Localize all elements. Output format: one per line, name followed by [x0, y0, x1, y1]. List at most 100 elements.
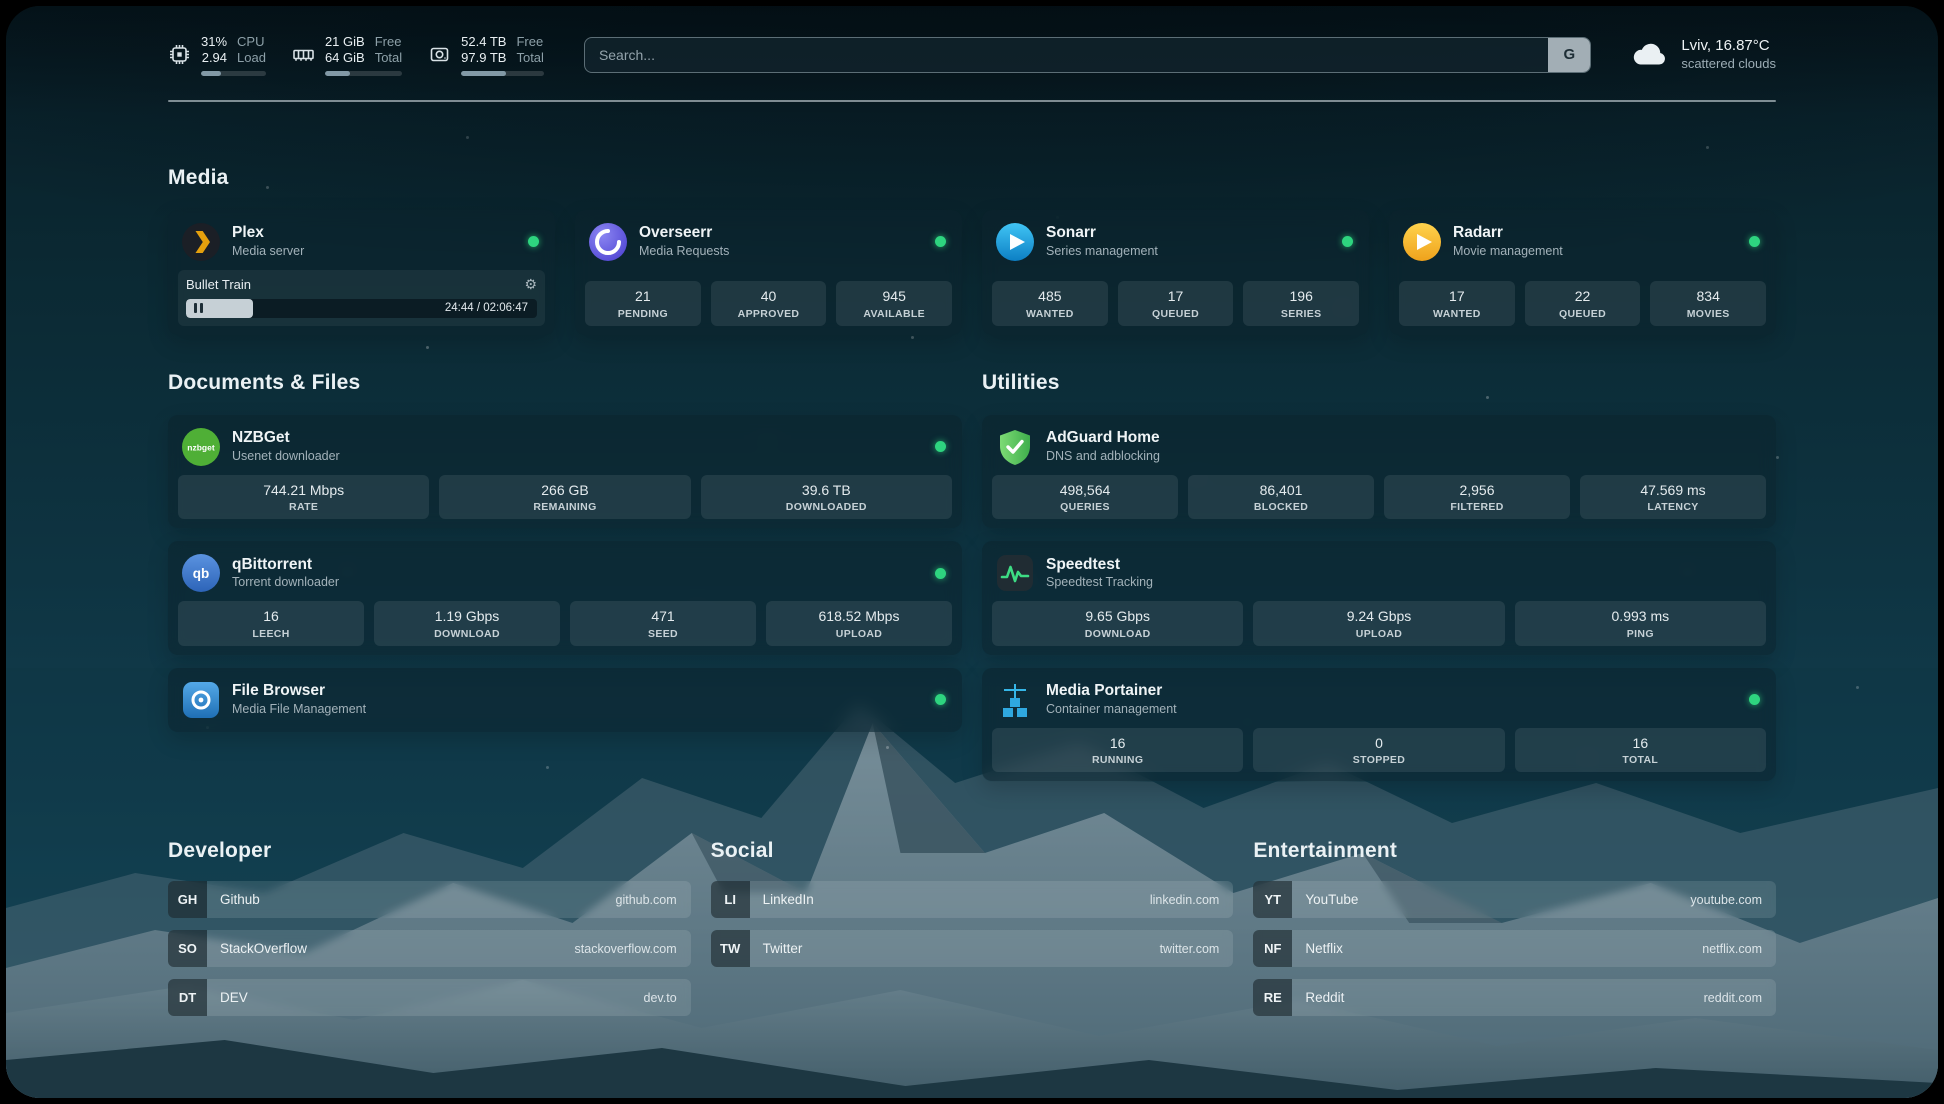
qbittorrent-icon: qb — [182, 554, 220, 592]
playback-time: 24:44 / 02:06:47 — [445, 302, 528, 314]
stat-value: 471 — [574, 608, 752, 626]
service-subtitle: Movie management — [1453, 244, 1563, 260]
service-card-sonarr[interactable]: Sonarr Series management 485 WANTED 17 Q… — [982, 210, 1369, 335]
stat-value: 39.6 TB — [705, 482, 948, 500]
bookmark-url: github.com — [616, 893, 677, 907]
weather-widget: Lviv, 16.87°C scattered clouds — [1631, 37, 1776, 72]
overseerr-icon — [589, 223, 627, 261]
service-card-adguard[interactable]: AdGuard Home DNS and adblocking 498,564 … — [982, 415, 1776, 529]
card-header: Speedtest Speedtest Tracking — [992, 550, 1766, 601]
service-card-portainer[interactable]: Media Portainer Container management 16 … — [982, 668, 1776, 782]
stat-box: 196 SERIES — [1243, 281, 1359, 326]
adguard-shield-icon — [996, 428, 1034, 466]
search-input[interactable] — [584, 37, 1591, 73]
disk-monitor-body: 52.4 TB 97.9 TB Free Total — [461, 34, 544, 76]
stat-label: MOVIES — [1654, 308, 1762, 320]
bookmark-linkedin[interactable]: LI LinkedIn linkedin.com — [711, 881, 1234, 918]
bookmark-name: Github — [220, 892, 260, 907]
service-meta: Sonarr Series management — [1046, 224, 1158, 259]
bookmark-dev[interactable]: DT DEV dev.to — [168, 979, 691, 1016]
bookmark-url: linkedin.com — [1150, 893, 1219, 907]
bookmark-reddit[interactable]: RE Reddit reddit.com — [1253, 979, 1776, 1016]
stat-value: 744.21 Mbps — [182, 482, 425, 500]
service-card-speedtest[interactable]: Speedtest Speedtest Tracking 9.65 Gbps D… — [982, 541, 1776, 655]
bookmark-netflix[interactable]: NF Netflix netflix.com — [1253, 930, 1776, 967]
bookmark-abbr-tile: GH — [168, 881, 207, 918]
service-card-filebrowser[interactable]: File Browser Media File Management — [168, 668, 962, 732]
stat-label: WANTED — [1403, 308, 1511, 320]
disk-label-bottom: Total — [516, 50, 543, 65]
stats-row: 17 WANTED 22 QUEUED 834 MOVIES — [1399, 281, 1766, 326]
service-card-qbittorrent[interactable]: qb qBittorrent Torrent downloader 16 LEE… — [168, 541, 962, 655]
bookmarks-section: Developer GH Github github.com SO StackO… — [168, 839, 1776, 1016]
stat-label: LATENCY — [1584, 501, 1762, 513]
filebrowser-icon — [182, 681, 220, 719]
service-card-overseerr[interactable]: Overseerr Media Requests 21 PENDING 40 A… — [575, 210, 962, 335]
stat-value: 40 — [715, 288, 823, 306]
service-card-radarr[interactable]: Radarr Movie management 17 WANTED 22 QUE… — [1389, 210, 1776, 335]
stat-label: QUEUED — [1529, 308, 1637, 320]
bookmark-stackoverflow[interactable]: SO StackOverflow stackoverflow.com — [168, 930, 691, 967]
cloud-icon — [1631, 41, 1669, 69]
stat-box: 47.569 ms LATENCY — [1580, 475, 1766, 520]
service-name: Radarr — [1453, 224, 1563, 243]
stat-box: 16 LEECH — [178, 601, 364, 646]
stat-value: 9.24 Gbps — [1257, 608, 1500, 626]
stat-box: 17 WANTED — [1399, 281, 1515, 326]
settings-gear-icon[interactable]: ⚙ — [524, 277, 537, 291]
stat-value: 196 — [1247, 288, 1355, 306]
service-card-plex[interactable]: Plex Media server Bullet Train ⚙ 24:44 /… — [168, 210, 555, 335]
stat-label: APPROVED — [715, 308, 823, 320]
stat-box: 39.6 TB DOWNLOADED — [701, 475, 952, 520]
bookmark-github[interactable]: GH Github github.com — [168, 881, 691, 918]
stat-label: PING — [1519, 628, 1762, 640]
status-indicator — [528, 236, 539, 247]
stat-value: 16 — [182, 608, 360, 626]
weather-text: Lviv, 16.87°C scattered clouds — [1681, 37, 1776, 72]
playback-progress-bar[interactable]: 24:44 / 02:06:47 — [186, 299, 537, 318]
stat-label: RATE — [182, 501, 425, 513]
bookmark-name: Twitter — [763, 941, 803, 956]
stat-box: 21 PENDING — [585, 281, 701, 326]
topbar-divider — [168, 100, 1776, 102]
bookmark-url: reddit.com — [1704, 991, 1762, 1005]
disk-progress-bar — [461, 71, 544, 76]
section-title-social: Social — [711, 839, 1234, 863]
stat-label: DOWNLOADED — [705, 501, 948, 513]
bookmark-youtube[interactable]: YT YouTube youtube.com — [1253, 881, 1776, 918]
cpu-icon — [168, 43, 191, 66]
section-title-developer: Developer — [168, 839, 691, 863]
stat-box: 40 APPROVED — [711, 281, 827, 326]
speedtest-waveform-icon — [996, 554, 1034, 592]
stats-row: 16 LEECH 1.19 Gbps DOWNLOAD 471 SEED 6 — [178, 601, 952, 646]
card-header: Sonarr Series management — [992, 219, 1359, 270]
stat-label: LEECH — [182, 628, 360, 640]
now-playing-title: Bullet Train — [186, 277, 251, 292]
bookmark-twitter[interactable]: TW Twitter twitter.com — [711, 930, 1234, 967]
stat-box: 16 RUNNING — [992, 728, 1243, 773]
stat-value: 498,564 — [996, 482, 1174, 500]
plex-now-playing-panel: Bullet Train ⚙ 24:44 / 02:06:47 — [178, 270, 545, 326]
bookmark-url: dev.to — [644, 991, 677, 1005]
pause-icon[interactable] — [194, 303, 203, 313]
stat-box: 17 QUEUED — [1118, 281, 1234, 326]
service-card-nzbget[interactable]: nzbget NZBGet Usenet downloader 744.21 M… — [168, 415, 962, 529]
service-meta: Media Portainer Container management — [1046, 682, 1177, 717]
stat-value: 16 — [996, 735, 1239, 753]
search-engine-button[interactable]: G — [1548, 38, 1590, 72]
svg-text:qb: qb — [193, 566, 210, 581]
cpu-progress-fill — [201, 71, 221, 76]
stat-value: 2,956 — [1388, 482, 1566, 500]
section-title-utilities: Utilities — [982, 371, 1776, 395]
cpu-monitor-widget: 31% 2.94 CPU Load — [168, 34, 266, 76]
stat-label: STOPPED — [1257, 754, 1500, 766]
stat-label: UPLOAD — [770, 628, 948, 640]
cpu-usage-value: 31% — [201, 34, 227, 49]
bookmark-url: youtube.com — [1690, 893, 1762, 907]
service-name: AdGuard Home — [1046, 429, 1160, 448]
weather-location: Lviv, 16.87°C — [1681, 37, 1776, 56]
bookmark-abbr-tile: RE — [1253, 979, 1292, 1016]
media-card-grid: Plex Media server Bullet Train ⚙ 24:44 /… — [168, 210, 1776, 335]
stat-value: 17 — [1122, 288, 1230, 306]
stat-value: 9.65 Gbps — [996, 608, 1239, 626]
